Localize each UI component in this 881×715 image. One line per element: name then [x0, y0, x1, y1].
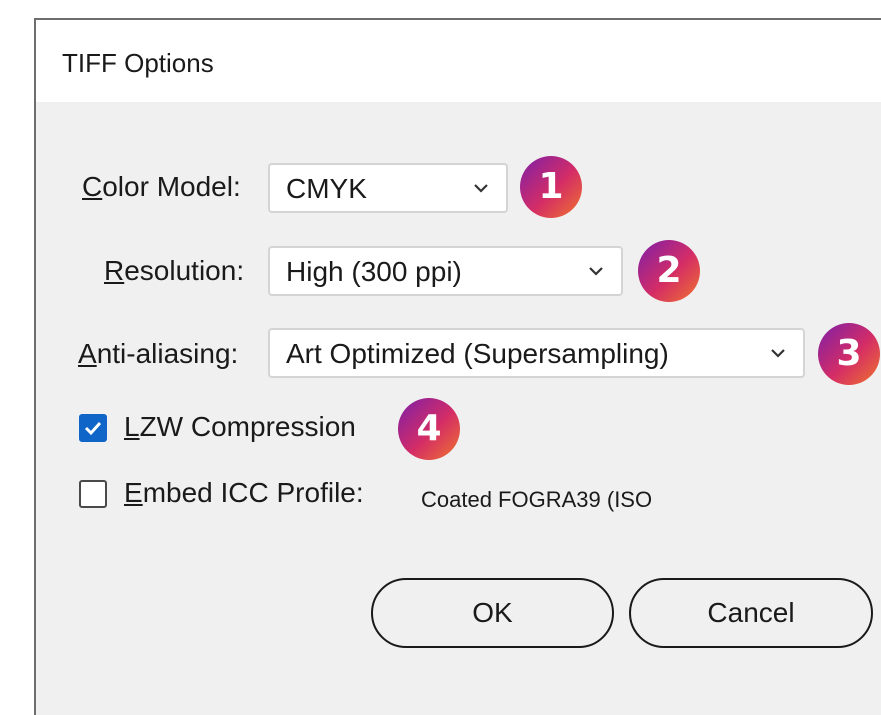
- icc-profile-name: Coated FOGRA39 (ISO: [421, 487, 653, 512]
- color-model-value: CMYK: [286, 173, 367, 204]
- chevron-down-icon: [771, 349, 785, 358]
- dialog-title: TIFF Options: [62, 48, 214, 78]
- color-model-select[interactable]: CMYK: [268, 163, 508, 213]
- callout-badge-1: 1: [520, 156, 582, 218]
- lzw-compression-checkbox[interactable]: [79, 414, 107, 442]
- chevron-down-icon: [474, 184, 488, 193]
- embed-icc-profile-label[interactable]: Embed ICC Profile:: [124, 477, 364, 509]
- color-model-label: Color Model:: [82, 171, 241, 202]
- anti-aliasing-label: Anti-aliasing:: [78, 338, 239, 369]
- resolution-value: High (300 ppi): [286, 256, 462, 287]
- resolution-select[interactable]: High (300 ppi): [268, 246, 623, 296]
- title-bar: TIFF Options: [36, 20, 881, 102]
- callout-badge-4: 4: [398, 398, 460, 460]
- ok-button[interactable]: OK: [371, 578, 614, 648]
- embed-icc-profile-checkbox[interactable]: [79, 480, 107, 508]
- chevron-down-icon: [589, 267, 603, 276]
- lzw-compression-label[interactable]: LZW Compression: [124, 411, 356, 443]
- callout-badge-3: 3: [818, 323, 880, 385]
- cancel-button[interactable]: Cancel: [629, 578, 873, 648]
- anti-aliasing-value: Art Optimized (Supersampling): [286, 338, 669, 369]
- anti-aliasing-select[interactable]: Art Optimized (Supersampling): [268, 328, 805, 378]
- checkmark-icon: [84, 421, 102, 436]
- callout-badge-2: 2: [638, 240, 700, 302]
- resolution-label: Resolution:: [104, 255, 245, 286]
